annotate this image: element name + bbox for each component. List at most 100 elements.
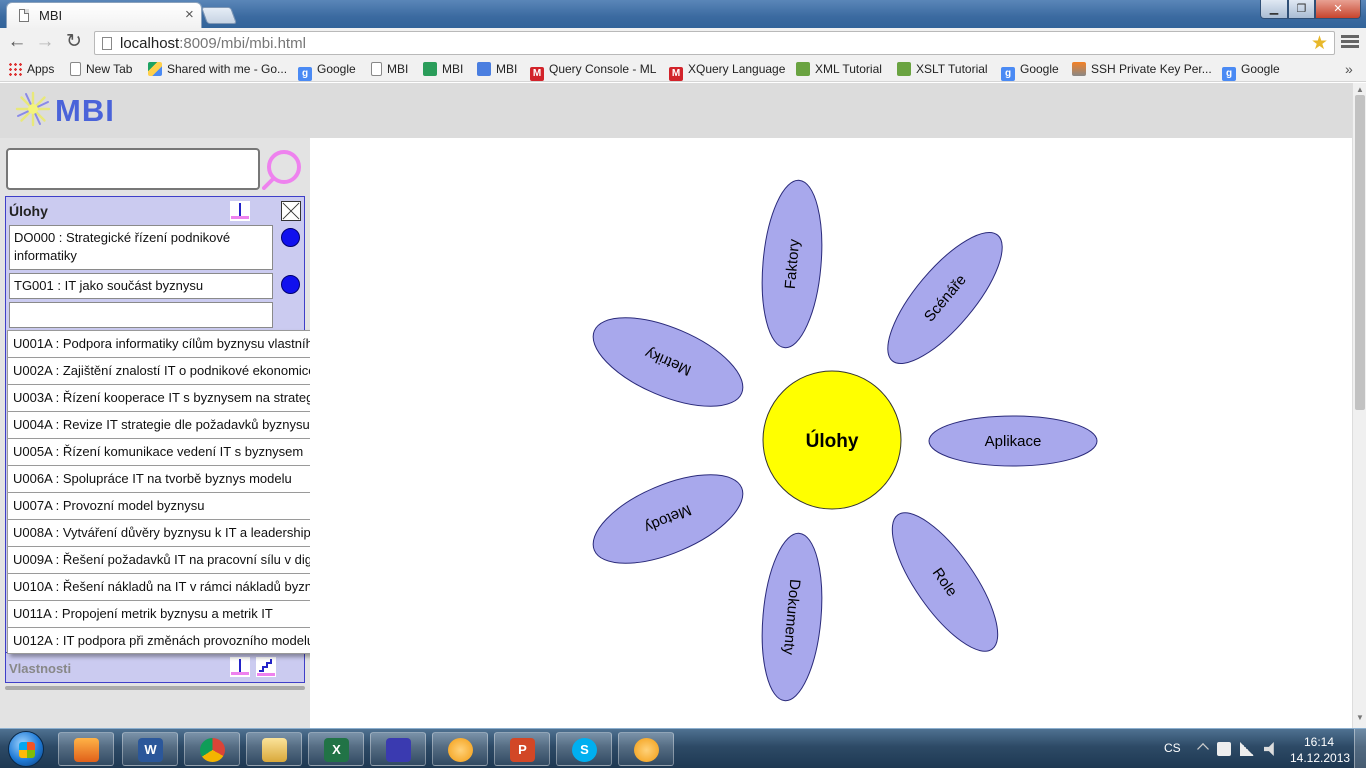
explorer-icon [262, 738, 287, 762]
bookmark-mbi[interactable]: MBI [371, 62, 408, 76]
petal-faktory[interactable]: Faktory [756, 178, 828, 350]
flower-diagram: Faktory Scénáře Aplikace Role Dokumenty … [310, 138, 1352, 728]
bookmark-google-2[interactable]: g Google [1001, 62, 1059, 81]
bookmark-label: Google [317, 62, 356, 76]
hierarchy-icon[interactable] [256, 657, 276, 677]
tray-expand-icon[interactable] [1197, 743, 1209, 755]
bookmark-label: Shared with me - Go... [167, 62, 288, 76]
petal-metody[interactable]: Metody [581, 456, 755, 581]
taskbar-save-app[interactable] [370, 732, 426, 766]
menu-icon[interactable] [1341, 33, 1359, 53]
close-window-button[interactable]: ✕ [1315, 0, 1361, 19]
taskbar-skype[interactable]: S [556, 732, 612, 766]
petal-aplikace[interactable]: Aplikace [928, 415, 1098, 467]
action-center-icon[interactable] [1217, 742, 1231, 756]
bookmark-label: XSLT Tutorial [916, 62, 988, 76]
petal-scenare[interactable]: Scénáře [870, 217, 1020, 380]
bookmark-xquery[interactable]: M XQuery Language [669, 62, 785, 81]
show-desktop-button[interactable] [1354, 729, 1366, 768]
bookmark-xslt-tutorial[interactable]: XSLT Tutorial [897, 62, 988, 76]
bookmark-google[interactable]: g Google [298, 62, 356, 81]
selected-task-item[interactable]: DO000 : Strategické řízení podnikové inf… [9, 225, 273, 270]
taskbar-explorer[interactable] [246, 732, 302, 766]
docs-icon [477, 62, 491, 76]
volume-icon[interactable] [1264, 742, 1274, 756]
url-host: localhost [120, 35, 180, 52]
clock-date[interactable]: 14.12.2013 [1290, 751, 1350, 765]
marklogic-icon: M [530, 67, 544, 81]
remove-item-button[interactable] [281, 228, 300, 247]
drive-icon [148, 62, 162, 76]
bookmark-apps[interactable]: Apps [8, 62, 54, 76]
bookmark-mbi-sheet[interactable]: MBI [423, 62, 463, 76]
taskbar-powerpoint[interactable]: P [494, 732, 550, 766]
bookmark-google-3[interactable]: g Google [1222, 62, 1280, 81]
bookmark-new-tab[interactable]: New Tab [70, 62, 132, 76]
taskbar-chrome[interactable] [184, 732, 240, 766]
link-icon[interactable] [230, 201, 250, 221]
bookmarks-bar: Apps New Tab Shared with me - Go... g Goo… [0, 58, 1366, 82]
scroll-up-icon[interactable]: ▲ [1356, 85, 1364, 94]
search-icon[interactable] [262, 148, 304, 190]
bookmark-star-icon[interactable]: ★ [1311, 32, 1328, 55]
marklogic-icon: M [669, 67, 683, 81]
url-text[interactable]: localhost:8009/mbi/mbi.html [120, 35, 306, 52]
tab-title: MBI [39, 8, 63, 23]
language-indicator[interactable]: CS [1164, 741, 1181, 755]
page-scrollbar[interactable]: ▲ ▼ [1352, 83, 1366, 728]
scroll-down-icon[interactable]: ▼ [1356, 713, 1364, 722]
google-icon: g [1001, 67, 1015, 81]
new-tab-button[interactable] [200, 7, 238, 24]
browser-tab[interactable]: MBI × [6, 2, 202, 28]
bookmark-query-console[interactable]: M Query Console - ML [530, 62, 656, 81]
search-input[interactable] [6, 148, 260, 190]
network-icon[interactable] [1240, 742, 1254, 756]
center-label: Úlohy [806, 430, 859, 452]
app-icon [448, 738, 473, 762]
taskbar-word[interactable]: W [122, 732, 178, 766]
taskbar-media-player[interactable] [58, 732, 114, 766]
petal-metriky[interactable]: Metriky [581, 299, 755, 424]
petal-dokumenty[interactable]: Dokumenty [756, 531, 828, 703]
scrollbar-thumb[interactable] [1355, 95, 1365, 410]
bookmarks-overflow-icon[interactable]: » [1345, 61, 1353, 77]
bookmark-label: Apps [27, 62, 55, 76]
bookmark-label: New Tab [86, 62, 133, 76]
page-icon [371, 62, 382, 76]
bookmark-label: Google [1020, 62, 1059, 76]
clock-time[interactable]: 16:14 [1300, 735, 1338, 749]
page-icon [19, 9, 29, 22]
bookmark-shared-with-me[interactable]: Shared with me - Go... [148, 62, 287, 76]
excel-icon: X [324, 738, 349, 762]
bookmark-xml-tutorial[interactable]: XML Tutorial [796, 62, 882, 76]
link-icon[interactable] [230, 657, 250, 677]
tab-close-icon[interactable]: × [185, 6, 194, 23]
page-icon [70, 62, 81, 76]
address-bar[interactable]: localhost:8009/mbi/mbi.html ★ [94, 31, 1335, 55]
bookmark-ssh-key[interactable]: SSH Private Key Per... [1072, 62, 1212, 76]
taskbar-app[interactable] [432, 732, 488, 766]
selected-task-item[interactable]: TG001 : IT jako součást byznysu [9, 273, 273, 299]
remove-item-button[interactable] [281, 275, 300, 294]
center-ulohy[interactable]: Úlohy [762, 370, 902, 510]
save-icon [386, 738, 411, 762]
bookmark-label: Google [1241, 62, 1280, 76]
bookmark-mbi-doc[interactable]: MBI [477, 62, 517, 76]
taskbar-app-2[interactable] [618, 732, 674, 766]
taskbar-excel[interactable]: X [308, 732, 364, 766]
close-panel-icon[interactable] [281, 201, 301, 221]
panel-title: Vlastnosti [9, 661, 72, 676]
skype-icon: S [572, 738, 597, 762]
bookmark-label: Query Console - ML [549, 62, 657, 76]
petal-label: Aplikace [985, 433, 1042, 450]
sidebar-scrollbar[interactable] [5, 686, 305, 690]
reload-button[interactable]: ↻ [62, 31, 86, 55]
bookmark-label: MBI [387, 62, 409, 76]
minimize-button[interactable]: ▁ [1260, 0, 1288, 19]
forward-button[interactable]: → [33, 31, 57, 55]
petal-role[interactable]: Role [874, 498, 1016, 666]
start-button[interactable] [8, 731, 44, 767]
back-button[interactable]: ← [5, 31, 29, 55]
restore-button[interactable]: ❐ [1288, 0, 1315, 19]
task-input[interactable] [9, 302, 273, 328]
